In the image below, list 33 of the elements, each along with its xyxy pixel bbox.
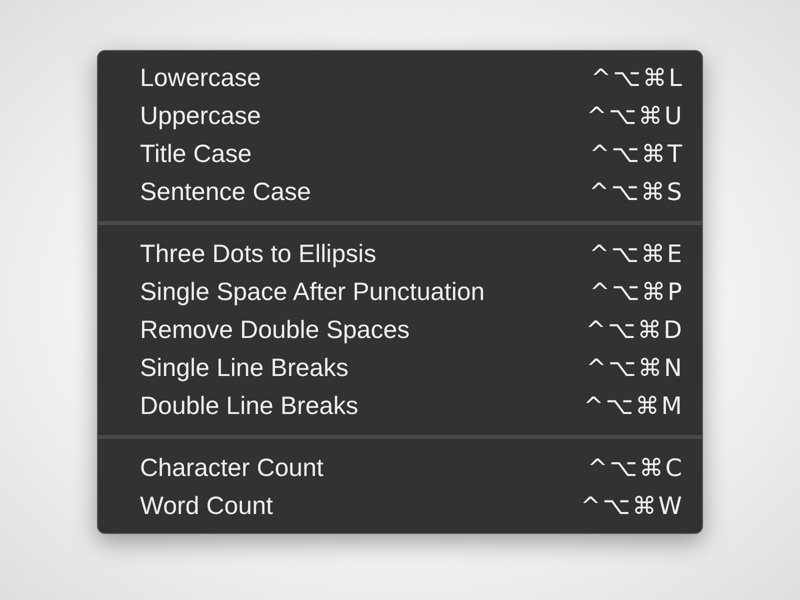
menu-item-label: Title Case xyxy=(140,140,252,168)
menu-item[interactable]: Character Count ^⌥⌘C xyxy=(98,449,702,487)
menu-item[interactable]: Remove Double Spaces ^⌥⌘D xyxy=(98,311,702,349)
menu-item[interactable]: Lowercase ^⌥⌘L xyxy=(98,59,702,97)
menu-item-label: Word Count xyxy=(140,492,273,520)
keyboard-shortcut: ^⌥⌘P xyxy=(590,278,684,306)
menu-item[interactable]: Word Count ^⌥⌘W xyxy=(98,487,702,525)
keyboard-shortcut: ^⌥⌘C xyxy=(587,454,684,482)
menu-item-label: Single Space After Punctuation xyxy=(140,278,485,306)
menu-item-label: Character Count xyxy=(140,454,324,482)
keyboard-shortcut: ^⌥⌘T xyxy=(590,140,684,168)
keyboard-shortcut: ^⌥⌘W xyxy=(580,492,684,520)
menu-item-label: Single Line Breaks xyxy=(140,354,348,382)
keyboard-shortcut: ^⌥⌘D xyxy=(586,316,684,344)
menu-item-label: Uppercase xyxy=(140,102,261,130)
menu-item-label: Double Line Breaks xyxy=(140,392,358,420)
keyboard-shortcut: ^⌥⌘N xyxy=(586,354,684,382)
keyboard-shortcut: ^⌥⌘L xyxy=(590,64,684,92)
menu-item[interactable]: Title Case ^⌥⌘T xyxy=(98,135,702,173)
keyboard-shortcut: ^⌥⌘M xyxy=(584,392,684,420)
keyboard-shortcut: ^⌥⌘S xyxy=(589,178,684,206)
menu-item[interactable]: Single Line Breaks ^⌥⌘N xyxy=(98,349,702,387)
menu-item-label: Three Dots to Ellipsis xyxy=(140,240,376,268)
menu-item[interactable]: Single Space After Punctuation ^⌥⌘P xyxy=(98,273,702,311)
menu-item-label: Sentence Case xyxy=(140,178,311,206)
menu-item[interactable]: Three Dots to Ellipsis ^⌥⌘E xyxy=(98,235,702,273)
menu-item-label: Lowercase xyxy=(140,64,261,92)
menu-item[interactable]: Uppercase ^⌥⌘U xyxy=(98,97,702,135)
keyboard-shortcut: ^⌥⌘U xyxy=(586,102,684,130)
menu-item-label: Remove Double Spaces xyxy=(140,316,410,344)
menu-item[interactable]: Double Line Breaks ^⌥⌘M xyxy=(98,387,702,425)
keyboard-shortcut: ^⌥⌘E xyxy=(589,240,684,268)
menu-item[interactable]: Sentence Case ^⌥⌘S xyxy=(98,173,702,211)
